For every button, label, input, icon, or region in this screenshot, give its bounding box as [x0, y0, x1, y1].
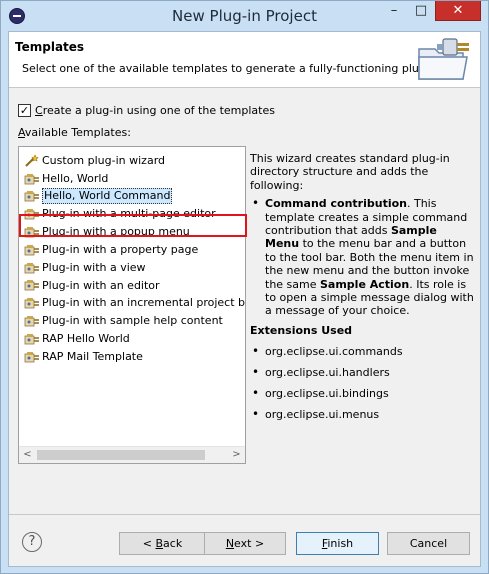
title-bar[interactable]: New Plug-in Project – □ ✕	[1, 1, 488, 31]
minimize-button[interactable]: –	[381, 1, 407, 21]
template-item-label: Plug-in with an editor	[42, 278, 160, 292]
template-item-label: Hello, World Command	[42, 188, 173, 205]
template-item[interactable]: Hello, World Command	[19, 188, 245, 206]
template-item[interactable]: RAP Mail Template	[19, 348, 245, 366]
finish-button[interactable]: Finish	[296, 532, 379, 555]
template-item-label: Plug-in with an incremental project buil…	[42, 296, 245, 310]
plugin-template-icon	[24, 172, 40, 186]
template-description: This wizard creates standard plug-in dir…	[250, 152, 474, 464]
template-item[interactable]: Plug-in with a popup menu	[19, 223, 245, 241]
use-template-label: Create a plug-in using one of the templa…	[35, 103, 275, 117]
template-item[interactable]: Plug-in with an incremental project buil…	[19, 294, 245, 312]
template-item[interactable]: RAP Hello World	[19, 330, 245, 348]
plugin-template-icon	[24, 261, 40, 275]
plugin-template-icon	[24, 332, 40, 346]
extension-item: org.eclipse.ui.handlers	[250, 366, 474, 379]
use-template-checkbox[interactable]: ✓	[18, 103, 31, 117]
template-item-label: Plug-in with a property page	[42, 242, 199, 256]
template-item[interactable]: Plug-in with a property page	[19, 241, 245, 259]
plugin-template-icon	[24, 189, 40, 203]
plugin-template-icon	[24, 296, 40, 310]
plugin-folder-icon	[418, 38, 469, 80]
plugin-template-icon	[24, 314, 40, 328]
description-intro: This wizard creates standard plug-in dir…	[250, 152, 450, 192]
template-item[interactable]: Plug-in with an editor	[19, 277, 245, 295]
wizard-icon	[24, 154, 40, 168]
available-templates-label: Available Templates:	[18, 126, 131, 139]
scroll-left-arrow[interactable]: <	[19, 447, 36, 463]
extensions-heading: Extensions Used	[250, 323, 353, 337]
cancel-button[interactable]: Cancel	[387, 532, 470, 555]
maximize-button[interactable]: □	[408, 1, 434, 21]
back-button[interactable]: < Back	[119, 532, 206, 555]
dialog-body: Templates Select one of the available te…	[8, 31, 481, 567]
template-item[interactable]: Hello, World	[19, 170, 245, 188]
page-title: Templates	[15, 40, 85, 54]
template-item[interactable]: Plug-in with a view	[19, 259, 245, 277]
dialog-window: New Plug-in Project – □ ✕ Templates Sele…	[0, 0, 489, 574]
template-item[interactable]: Custom plug-in wizard	[19, 152, 245, 170]
template-item-label: Custom plug-in wizard	[42, 154, 166, 167]
next-button[interactable]: Next >	[204, 532, 286, 555]
extension-item: org.eclipse.ui.menus	[250, 408, 474, 421]
templates-list[interactable]: Custom plug-in wizard Hello, World Hello, …	[18, 146, 247, 464]
description-bullet: Command contribution. This template crea…	[250, 197, 474, 318]
help-button[interactable]: ?	[22, 532, 42, 552]
template-item[interactable]: Plug-in with a multi-page editor	[19, 205, 245, 223]
scroll-right-arrow[interactable]: >	[228, 447, 245, 463]
plugin-template-icon	[24, 350, 40, 364]
template-item-label: RAP Mail Template	[42, 349, 143, 363]
extension-item: org.eclipse.ui.commands	[250, 345, 474, 358]
template-item-label: Plug-in with a view	[42, 260, 146, 274]
template-item-label: Plug-in with sample help content	[42, 314, 223, 328]
template-item-label: Hello, World	[42, 171, 109, 185]
plugin-template-icon	[24, 207, 40, 221]
horizontal-scrollbar[interactable]: < >	[19, 446, 245, 463]
footer-separator	[9, 514, 480, 515]
plugin-template-icon	[24, 278, 40, 292]
wizard-header: Templates Select one of the available te…	[9, 32, 480, 88]
page-description: Select one of the available templates to…	[22, 62, 444, 75]
plugin-template-icon	[24, 243, 40, 257]
template-item-label: Plug-in with a multi-page editor	[42, 207, 216, 221]
template-item-label: RAP Hello World	[42, 331, 130, 345]
templates-list-items: Custom plug-in wizard Hello, World Hello, …	[19, 152, 245, 442]
template-item-label: Plug-in with a popup menu	[42, 225, 190, 239]
plugin-template-icon	[24, 225, 40, 239]
template-item[interactable]: Plug-in with sample help content	[19, 312, 245, 330]
scrollbar-thumb[interactable]	[37, 450, 205, 460]
close-button[interactable]: ✕	[435, 1, 481, 21]
extension-item: org.eclipse.ui.bindings	[250, 387, 474, 400]
use-template-checkbox-row[interactable]: ✓ Create a plug-in using one of the temp…	[18, 102, 275, 118]
